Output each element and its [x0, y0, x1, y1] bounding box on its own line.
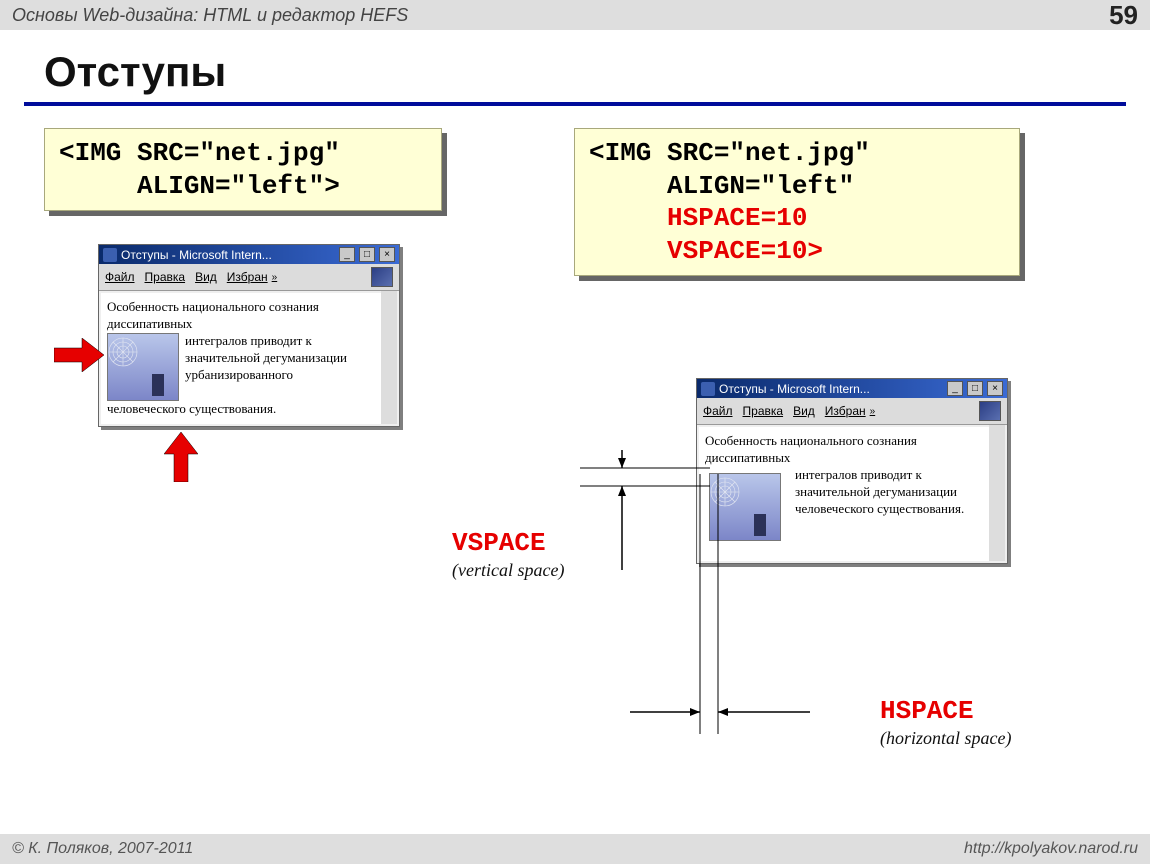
content-text-side: интегралов приводит к значительной дегум…: [185, 333, 377, 401]
hspace-dimension-icon: [630, 474, 810, 754]
copyright-text: © К. Поляков, 2007-2011: [12, 840, 193, 858]
close-button[interactable]: ×: [379, 247, 395, 262]
content-text-top: Особенность национального сознания дисси…: [705, 433, 983, 467]
menu-view[interactable]: Вид: [793, 404, 815, 418]
content-image: [107, 333, 179, 401]
page-title: Отступы: [0, 30, 1150, 102]
menu-edit[interactable]: Правка: [145, 270, 186, 284]
ie-icon: [103, 248, 117, 262]
menu-edit[interactable]: Правка: [743, 404, 784, 418]
header-bar: Основы Web-дизайна: HTML и редактор HEFS…: [0, 0, 1150, 30]
hspace-sublabel: (horizontal space): [880, 728, 1011, 749]
code-example-left: <IMG SRC="net.jpg" ALIGN="left">: [44, 128, 442, 211]
window-titlebar: Отступы - Microsoft Intern... _ □ ×: [99, 245, 399, 264]
ie-icon: [701, 382, 715, 396]
arrow-left-icon: [54, 338, 104, 372]
menu-favorites[interactable]: Избран: [227, 270, 268, 284]
minimize-button[interactable]: _: [339, 247, 355, 262]
hspace-label: HSPACE: [880, 696, 974, 726]
menu-favorites[interactable]: Избран: [825, 404, 866, 418]
page-number: 59: [1109, 0, 1138, 31]
window-menubar: Файл Правка Вид Избран »: [99, 264, 399, 291]
ie-throbber-icon: [371, 267, 393, 287]
ie-throbber-icon: [979, 401, 1001, 421]
code-example-right: <IMG SRC="net.jpg" ALIGN="left" HSPACE=1…: [574, 128, 1020, 276]
close-button[interactable]: ×: [987, 381, 1003, 396]
vspace-sublabel: (vertical space): [452, 560, 564, 581]
window-title: Отступы - Microsoft Intern...: [719, 382, 870, 396]
footer-bar: © К. Поляков, 2007-2011 http://kpolyakov…: [0, 834, 1150, 864]
content-text-top: Особенность национального сознания дисси…: [107, 299, 377, 333]
scrollbar[interactable]: [989, 425, 1005, 561]
chevron-icon[interactable]: »: [870, 406, 876, 417]
maximize-button[interactable]: □: [967, 381, 983, 396]
maximize-button[interactable]: □: [359, 247, 375, 262]
menu-file[interactable]: Файл: [703, 404, 733, 418]
window-title: Отступы - Microsoft Intern...: [121, 248, 272, 262]
arrow-up-icon: [164, 432, 198, 482]
title-underline: [24, 102, 1126, 106]
window-menubar: Файл Правка Вид Избран »: [697, 398, 1007, 425]
chevron-icon[interactable]: »: [272, 272, 278, 283]
content-text-side: интегралов приводит к значительной дегум…: [795, 467, 983, 547]
minimize-button[interactable]: _: [947, 381, 963, 396]
header-title: Основы Web-дизайна: HTML и редактор HEFS: [12, 5, 408, 26]
footer-url: http://kpolyakov.narod.ru: [964, 840, 1138, 858]
window-content: Особенность национального сознания дисси…: [101, 293, 397, 424]
window-titlebar: Отступы - Microsoft Intern... _ □ ×: [697, 379, 1007, 398]
menu-view[interactable]: Вид: [195, 270, 217, 284]
scrollbar[interactable]: [381, 291, 397, 424]
menu-file[interactable]: Файл: [105, 270, 135, 284]
content-text-bottom: человеческого существования.: [107, 401, 377, 418]
vspace-label: VSPACE: [452, 528, 546, 558]
browser-window-left: Отступы - Microsoft Intern... _ □ × Файл…: [98, 244, 400, 427]
